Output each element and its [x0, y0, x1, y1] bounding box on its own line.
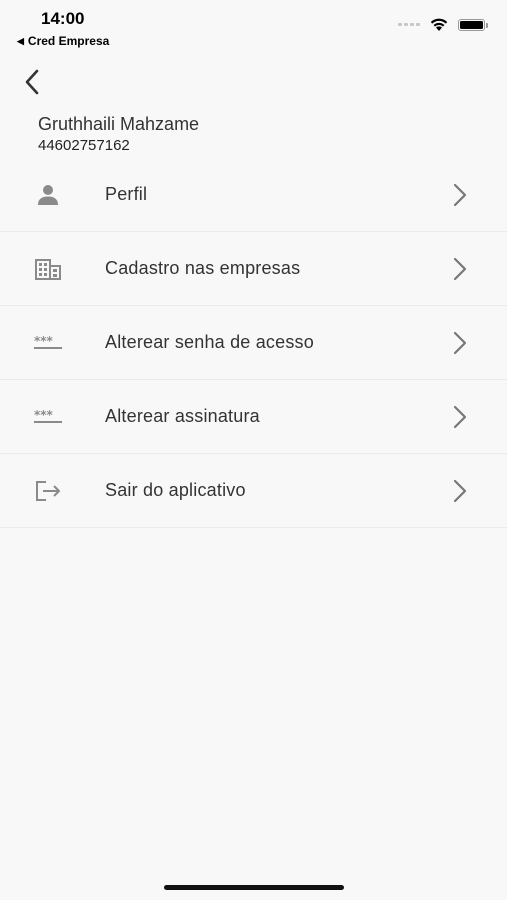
chevron-right-icon	[451, 405, 469, 429]
menu-item-alterar-assinatura[interactable]: *** Alterear assinatura	[0, 380, 507, 454]
svg-text:***: ***	[34, 409, 54, 422]
signal-icon	[398, 23, 420, 26]
home-indicator[interactable]	[164, 885, 344, 890]
menu-item-label: Alterear senha de acesso	[105, 332, 314, 352]
chevron-right-icon	[451, 479, 469, 503]
menu-item-label: Alterear assinatura	[105, 406, 260, 426]
back-button[interactable]	[18, 66, 46, 98]
back-triangle-icon: ◀	[17, 35, 24, 46]
person-icon	[33, 183, 63, 207]
svg-text:***: ***	[34, 335, 54, 348]
menu-item-alterar-senha[interactable]: *** Alterear senha de acesso	[0, 306, 507, 380]
password-icon: ***	[33, 405, 63, 429]
profile-id-number: 44602757162	[38, 137, 130, 154]
chevron-right-icon	[451, 331, 469, 355]
status-icons	[398, 17, 488, 32]
logout-icon	[33, 479, 63, 503]
menu-item-perfil[interactable]: Perfil	[0, 158, 507, 232]
wifi-icon	[430, 18, 448, 31]
back-to-app-link[interactable]: ◀ Cred Empresa	[17, 34, 109, 48]
chevron-left-icon	[25, 69, 39, 95]
password-icon: ***	[33, 331, 63, 355]
menu-item-label: Cadastro nas empresas	[105, 258, 301, 278]
building-icon	[33, 257, 63, 281]
menu-item-cadastro-empresas[interactable]: Cadastro nas empresas	[0, 232, 507, 306]
battery-icon	[458, 18, 488, 31]
back-app-label: Cred Empresa	[27, 34, 110, 48]
status-time: 14:00	[41, 9, 85, 28]
menu-item-label: Sair do aplicativo	[105, 480, 246, 500]
menu-item-sair-aplicativo[interactable]: Sair do aplicativo	[0, 454, 507, 528]
chevron-right-icon	[451, 257, 469, 281]
status-bar: 14:00 ◀ Cred Empresa	[0, 0, 507, 58]
chevron-right-icon	[451, 183, 469, 207]
settings-menu: Perfil Cadastro nas empresas *** Alterea…	[0, 158, 507, 528]
menu-item-label: Perfil	[105, 184, 148, 204]
profile-name: Gruthhaili Mahzame	[38, 114, 200, 134]
